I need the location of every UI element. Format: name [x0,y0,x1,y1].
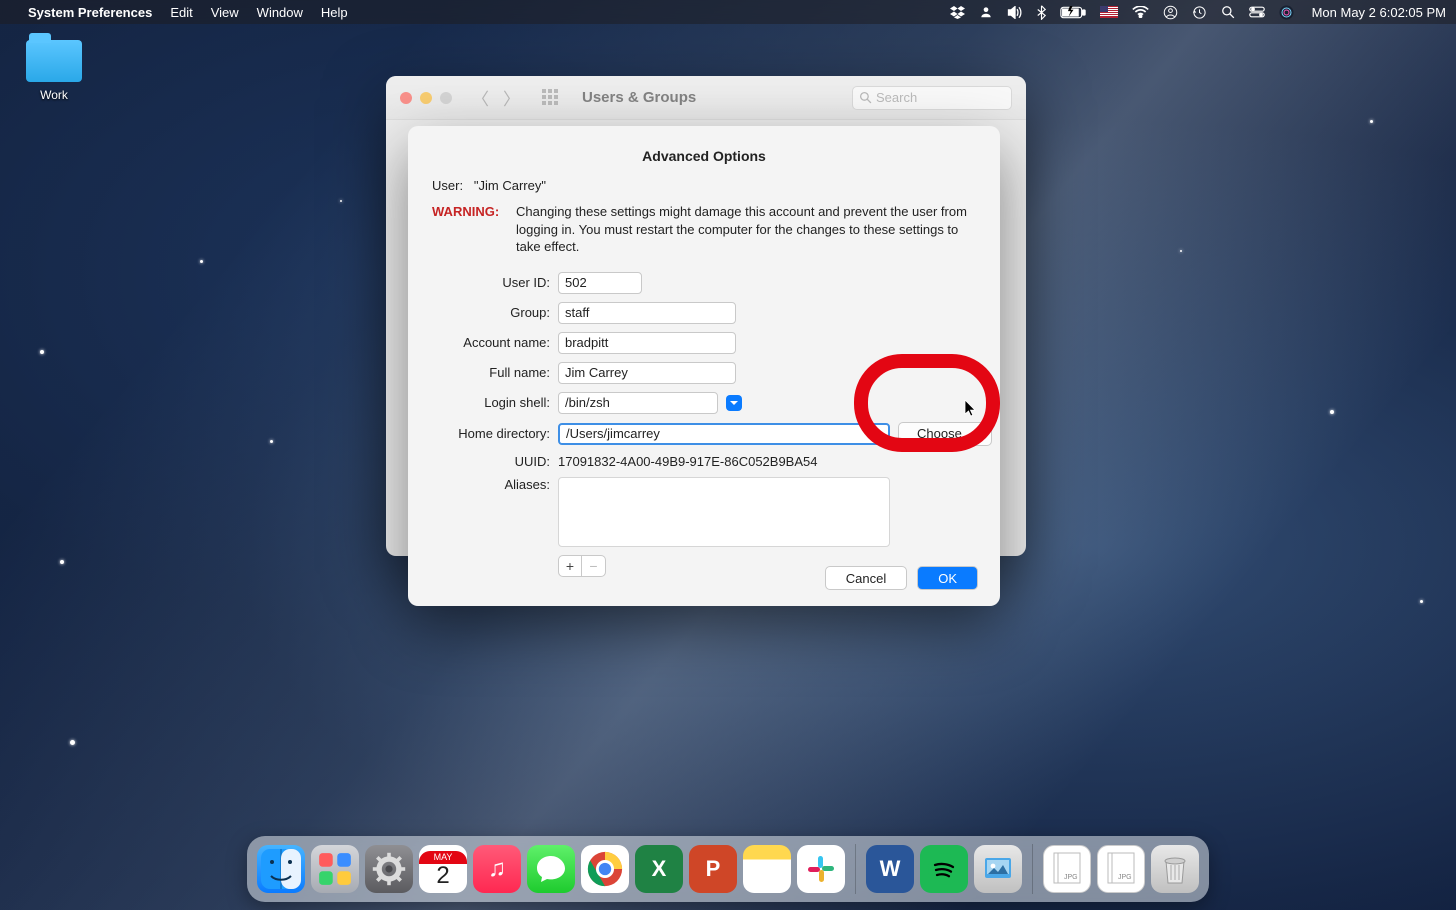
sheet-title: Advanced Options [432,148,976,164]
dock-powerpoint[interactable]: P [689,845,737,893]
remove-alias-button: − [582,555,606,577]
calendar-day: 2 [436,864,449,888]
user-icon[interactable] [979,5,993,19]
close-icon[interactable] [400,92,412,104]
user-id-label: User ID: [432,275,550,290]
account-circle-icon[interactable] [1163,5,1178,20]
advanced-options-sheet: Advanced Options User: "Jim Carrey" WARN… [408,126,1000,606]
dock-trash[interactable] [1151,845,1199,893]
spotlight-icon[interactable] [1221,5,1235,19]
forward-button[interactable]: 〉 [503,85,520,110]
home-directory-label: Home directory: [432,426,550,441]
dock-notes[interactable] [743,845,791,893]
dock-finder[interactable] [257,845,305,893]
aliases-list[interactable] [558,477,890,547]
zoom-icon[interactable] [440,92,452,104]
dock-separator [855,844,856,894]
account-name-label: Account name: [432,335,550,350]
dock-launchpad[interactable] [311,845,359,893]
dock-separator [1032,844,1033,894]
control-center-icon[interactable] [1249,6,1265,18]
dock-chrome[interactable] [581,845,629,893]
menu-window[interactable]: Window [257,5,303,20]
ok-button[interactable]: OK [917,566,978,590]
menubar-datetime[interactable]: Mon May 2 6:02:05 PM [1312,5,1446,20]
dock-recent-doc-1[interactable]: JPG [1043,845,1091,893]
user-id-field[interactable] [558,272,642,294]
flag-icon[interactable] [1100,6,1118,18]
wifi-icon[interactable] [1132,6,1149,18]
warning-text: Changing these settings might damage thi… [516,203,976,256]
uuid-label: UUID: [432,454,550,469]
dock: MAY 2 ♫ X P W JPG JPG [247,836,1209,902]
warning-label: WARNING: [432,203,508,256]
full-name-field[interactable] [558,362,736,384]
menu-help[interactable]: Help [321,5,348,20]
search-placeholder: Search [876,90,917,105]
desktop-folder-work[interactable]: Work [22,40,86,102]
home-directory-field[interactable] [558,423,890,445]
dock-excel[interactable]: X [635,845,683,893]
back-button[interactable]: 〈 [472,85,489,110]
desktop-folder-label: Work [22,88,86,102]
svg-text:JPG: JPG [1118,874,1132,881]
siri-icon[interactable] [1279,5,1294,20]
login-shell-label: Login shell: [432,395,550,410]
show-all-icon[interactable] [542,89,560,107]
dock-preview[interactable] [974,845,1022,893]
account-name-field[interactable] [558,332,736,354]
cancel-button[interactable]: Cancel [825,566,907,590]
window-title: Users & Groups [582,89,696,106]
timemachine-icon[interactable] [1192,5,1207,20]
choose-button[interactable]: Choose... [898,422,992,446]
window-titlebar: 〈 〉 Users & Groups Search [386,76,1026,120]
uuid-value: 17091832-4A00-49B9-917E-86C052B9BA54 [558,454,992,469]
svg-text:JPG: JPG [1064,874,1078,881]
dock-messages[interactable] [527,845,575,893]
battery-icon[interactable] [1060,6,1086,19]
login-shell-field[interactable] [558,392,718,414]
minimize-icon[interactable] [420,92,432,104]
dock-spotify[interactable] [920,845,968,893]
app-menu[interactable]: System Preferences [28,5,152,20]
group-field[interactable] [558,302,736,324]
user-value: "Jim Carrey" [474,178,546,193]
dock-recent-doc-2[interactable]: JPG [1097,845,1145,893]
group-label: Group: [432,305,550,320]
dock-system-preferences[interactable] [365,845,413,893]
dock-calendar[interactable]: MAY 2 [419,845,467,893]
dock-slack[interactable] [797,845,845,893]
add-alias-button[interactable]: + [558,555,582,577]
user-label: User: [432,178,463,193]
bluetooth-icon[interactable] [1037,5,1046,20]
menubar: System Preferences Edit View Window Help [0,0,1456,24]
full-name-label: Full name: [432,365,550,380]
traffic-lights[interactable] [400,92,452,104]
dock-word[interactable]: W [866,845,914,893]
dock-music[interactable]: ♫ [473,845,521,893]
search-input[interactable]: Search [852,86,1012,110]
menu-view[interactable]: View [211,5,239,20]
volume-icon[interactable] [1007,6,1023,19]
login-shell-dropdown-icon[interactable] [726,395,742,411]
aliases-label: Aliases: [432,477,550,492]
dropbox-icon[interactable] [950,6,965,19]
menu-edit[interactable]: Edit [170,5,192,20]
folder-icon [26,40,82,82]
